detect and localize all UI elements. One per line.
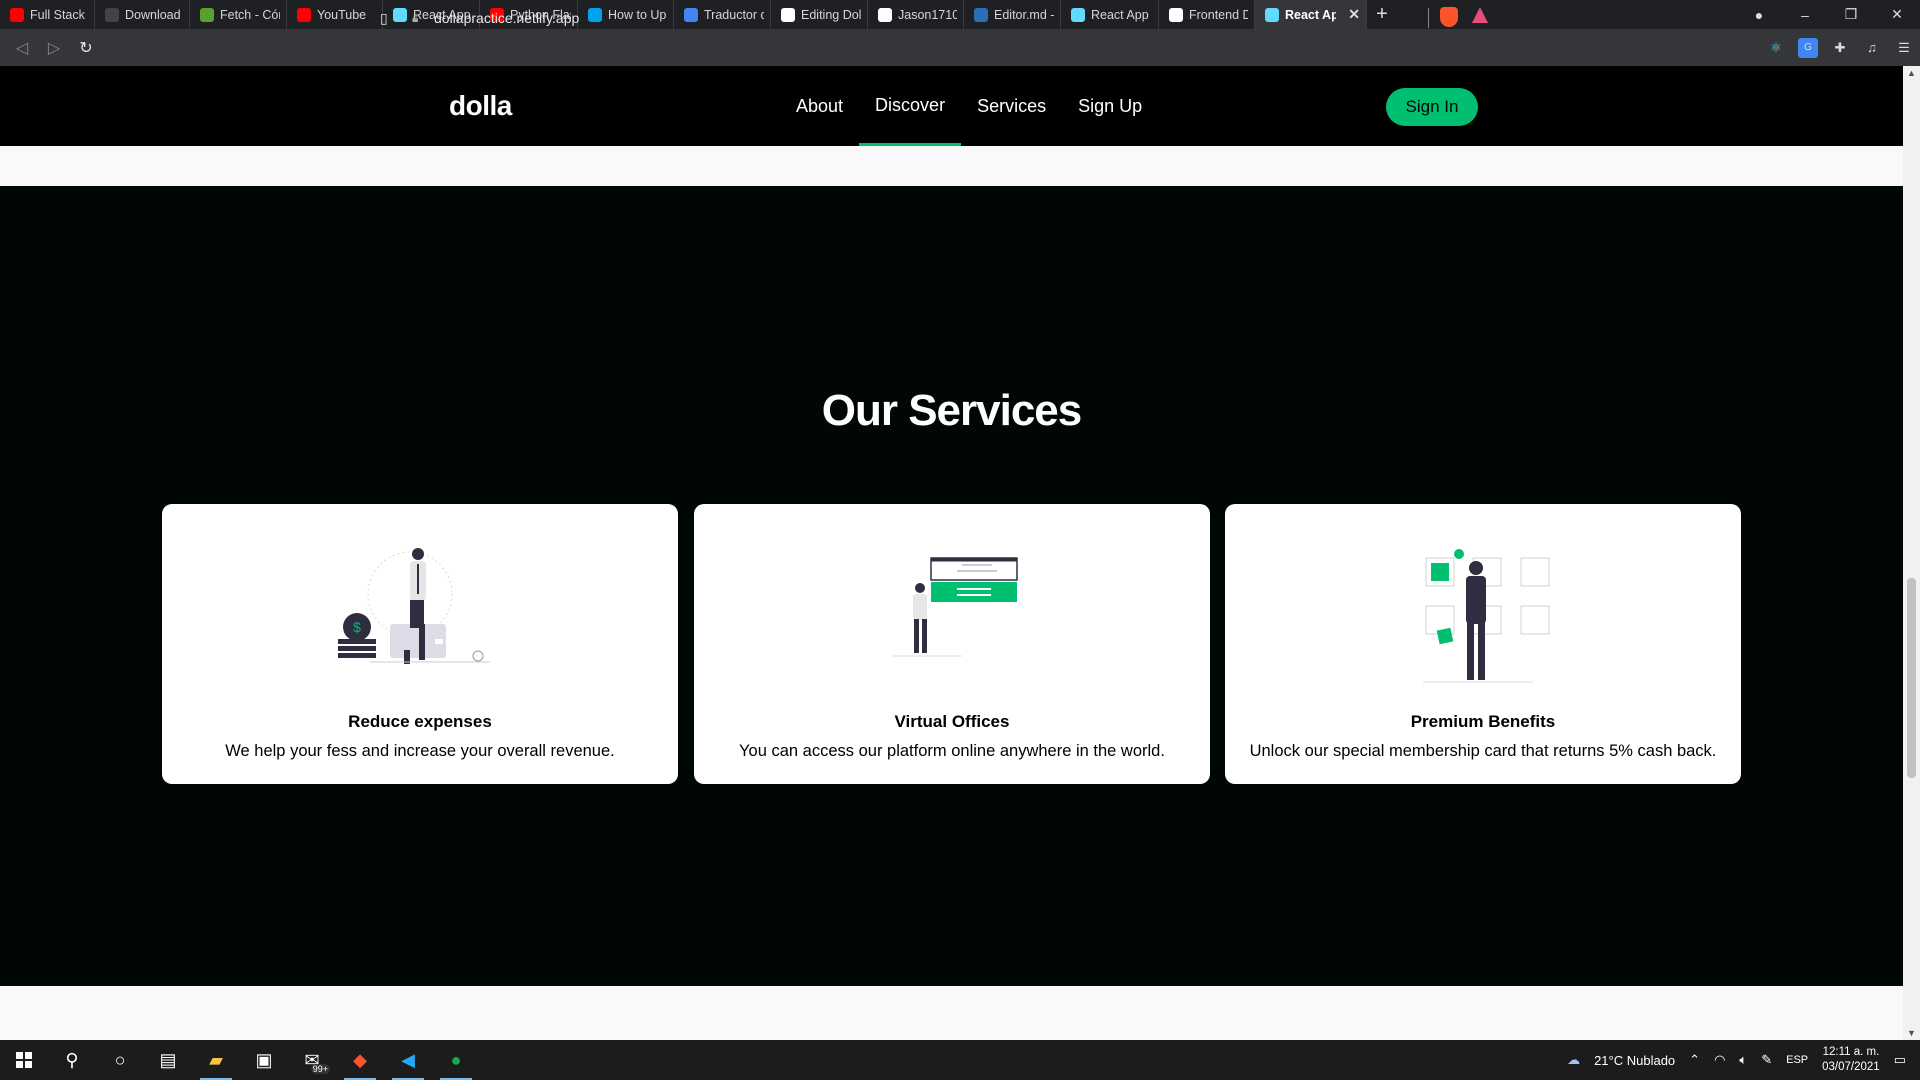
network-icon[interactable]: ◠: [1714, 1052, 1725, 1068]
extensions-puzzle-icon[interactable]: ✚: [1830, 38, 1850, 58]
browser-tab[interactable]: Fetch - Cómo c: [190, 0, 287, 29]
tab-title: YouTube: [317, 7, 367, 22]
services-title: Our Services: [821, 386, 1083, 435]
close-window-button[interactable]: ✕: [1874, 6, 1920, 23]
card-title: Reduce expenses: [348, 712, 492, 731]
url-text: dollapractice.netlify.app: [434, 10, 580, 26]
search-icon[interactable]: ⚲: [48, 1040, 96, 1080]
service-card-virtual-offices: Virtual Offices You can access our platf…: [694, 504, 1210, 784]
fetch-icon: [200, 7, 214, 22]
card-description: Unlock our special membership card that …: [1249, 742, 1717, 760]
card-title: Virtual Offices: [894, 712, 1010, 731]
youtube-icon: [10, 7, 24, 22]
web-page: dolla About Discover Services Sign Up Si…: [0, 66, 1903, 1040]
store-icon[interactable]: ▣: [240, 1040, 288, 1080]
mail-badge: 99+: [310, 1064, 330, 1074]
file-explorer-icon[interactable]: ▰: [192, 1040, 240, 1080]
pen-icon[interactable]: ✎: [1761, 1052, 1772, 1068]
windows-taskbar: ⚲ ○ ▤ ▰ ▣ ✉ 99+ ◆ ◀ ● ☁ 21°C Nublado ⌃ ◠ …: [0, 1040, 1920, 1080]
mail-icon[interactable]: ✉ 99+: [288, 1040, 336, 1080]
browser-tab[interactable]: Download Verif: [95, 0, 190, 29]
menu-icon[interactable]: ☰: [1894, 38, 1914, 58]
tab-title: Download Verif: [125, 7, 183, 22]
start-button[interactable]: [0, 1040, 48, 1080]
site-logo[interactable]: dolla: [449, 90, 512, 122]
window-controls: ● – ❐ ✕: [1736, 0, 1920, 29]
scroll-down-arrow-icon[interactable]: ▼: [1903, 1028, 1920, 1038]
address-divider: [1428, 8, 1429, 28]
brave-rewards-icon[interactable]: [1472, 7, 1488, 23]
back-button[interactable]: ◁: [6, 32, 38, 64]
translate-icon[interactable]: G: [1798, 37, 1818, 58]
weather-text[interactable]: 21°C Nublado: [1594, 1053, 1675, 1068]
scrollbar-thumb[interactable]: [1907, 578, 1916, 778]
browser-tab[interactable]: Full Stack Re: [0, 0, 95, 29]
nav-menu: About Discover Services Sign Up: [780, 66, 1158, 146]
notifications-icon[interactable]: ▭: [1894, 1052, 1906, 1068]
page-scrollbar[interactable]: ▲ ▼: [1903, 66, 1920, 1040]
nav-signup[interactable]: Sign Up: [1062, 66, 1158, 146]
minimize-button[interactable]: –: [1782, 7, 1828, 23]
tab-title: Fetch - Cómo c: [220, 7, 280, 22]
browser-toolbar: ◁ ▷ ↻: [0, 29, 1920, 66]
address-bar[interactable]: ▯ 🔒︎ dollapractice.netlify.app: [380, 3, 1500, 33]
weather-cloud-icon[interactable]: ☁: [1567, 1052, 1580, 1068]
windows-logo-icon: [16, 1052, 32, 1068]
brave-browser-icon[interactable]: ◆: [336, 1040, 384, 1080]
reload-button[interactable]: ↻: [70, 32, 102, 64]
mongodb-compass-icon[interactable]: ●: [432, 1040, 480, 1080]
card-description: You can access our platform online anywh…: [739, 742, 1165, 760]
lock-icon[interactable]: 🔒︎: [412, 11, 434, 26]
site-navbar: dolla About Discover Services Sign Up Si…: [0, 66, 1903, 146]
profile-icon[interactable]: ●: [1736, 7, 1782, 23]
browser-tab[interactable]: YouTube: [287, 0, 383, 29]
forward-button[interactable]: ▷: [38, 32, 70, 64]
clock[interactable]: 12:11 a. m. 03/07/2021: [1822, 1045, 1880, 1075]
card-description: We help your fess and increase your over…: [225, 742, 615, 760]
clock-date: 03/07/2021: [1822, 1061, 1880, 1073]
nav-discover[interactable]: Discover: [859, 66, 962, 146]
media-controls-icon[interactable]: ♫: [1862, 38, 1882, 58]
volume-icon[interactable]: 🔈︎: [1739, 1052, 1747, 1068]
savings-illustration-icon: $: [338, 548, 490, 664]
language-indicator[interactable]: ESP: [1786, 1054, 1808, 1066]
sign-in-button[interactable]: Sign In: [1386, 88, 1478, 126]
brave-shields-icon[interactable]: [1440, 7, 1458, 27]
cortana-icon[interactable]: ○: [96, 1040, 144, 1080]
youtube-icon: [297, 7, 311, 22]
bookmark-icon[interactable]: ▯: [380, 10, 400, 27]
virtual-office-illustration-icon: [892, 557, 1018, 657]
extensions-area: ⚛ G ✚ ♫ ☰: [1766, 29, 1914, 66]
premium-benefits-illustration-icon: [1423, 549, 1550, 683]
nav-services[interactable]: Services: [961, 66, 1062, 146]
download-icon: [105, 7, 119, 22]
clock-time: 12:11 a. m.: [1822, 1046, 1880, 1058]
card-title: Premium Benefits: [1410, 712, 1556, 731]
svg-text:$: $: [353, 619, 361, 635]
show-hidden-icons-icon[interactable]: ⌃: [1689, 1052, 1700, 1068]
system-tray: ☁ 21°C Nublado ⌃ ◠ 🔈︎ ✎ ESP 12:11 a. m. …: [1567, 1040, 1920, 1080]
tab-title: Full Stack Re: [30, 7, 88, 22]
service-card-premium-benefits: Premium Benefits Unlock our special memb…: [1225, 504, 1741, 784]
react-devtools-icon[interactable]: ⚛: [1766, 38, 1786, 58]
nav-about[interactable]: About: [780, 66, 859, 146]
restore-button[interactable]: ❐: [1828, 6, 1874, 23]
service-card-reduce-expenses: $ Reduce expenses We help your fess and …: [162, 504, 678, 784]
task-view-icon[interactable]: ▤: [144, 1040, 192, 1080]
vscode-icon[interactable]: ◀: [384, 1040, 432, 1080]
next-section-edge: [0, 986, 1903, 1040]
scroll-up-arrow-icon[interactable]: ▲: [1903, 68, 1920, 78]
previous-section-edge: [0, 146, 1903, 186]
